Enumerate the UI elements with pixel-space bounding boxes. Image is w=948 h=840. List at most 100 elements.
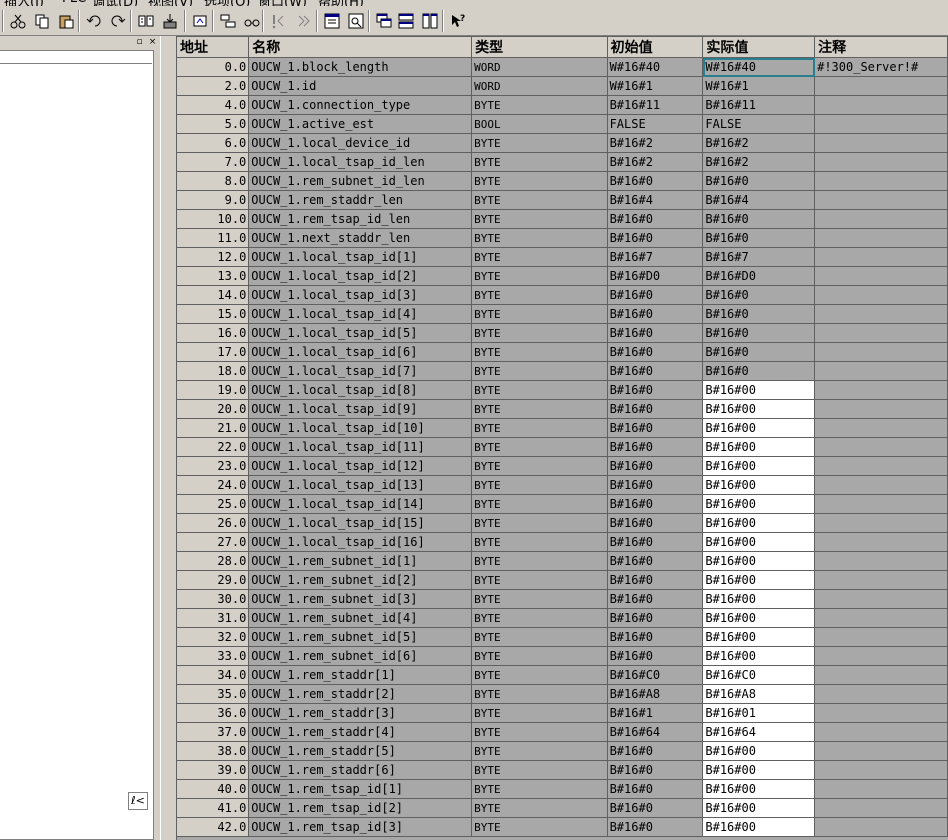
cell-initial-value[interactable]: W#16#40: [607, 57, 704, 77]
variable-table-icon[interactable]: [218, 11, 238, 31]
cell-initial-value[interactable]: B#16#0: [607, 798, 704, 818]
header-name[interactable]: 名称: [248, 37, 473, 58]
cell-comment[interactable]: [814, 209, 948, 229]
cell-type[interactable]: BYTE: [471, 152, 608, 172]
cell-actual-value[interactable]: B#16#00: [702, 494, 816, 514]
cell-comment[interactable]: [814, 171, 948, 191]
cell-type[interactable]: BYTE: [471, 171, 608, 191]
cell-type[interactable]: BYTE: [471, 627, 608, 647]
cell-address[interactable]: 6.0: [177, 133, 250, 153]
glasses-icon[interactable]: [242, 11, 262, 31]
cell-comment[interactable]: [814, 114, 948, 134]
window-horizontal-icon[interactable]: [396, 11, 416, 31]
cell-type[interactable]: BYTE: [471, 551, 608, 571]
table-row[interactable]: 24.0 OUCW_1.local_tsap_id[13] BYTE B#16#0 B#…: [177, 475, 948, 495]
cell-name[interactable]: OUCW_1.rem_tsap_id[3]: [248, 817, 473, 837]
cell-comment[interactable]: [814, 95, 948, 115]
cell-initial-value[interactable]: B#16#11: [607, 95, 704, 115]
cell-initial-value[interactable]: B#16#1: [607, 703, 704, 723]
cell-name[interactable]: OUCW_1.local_tsap_id[5]: [248, 323, 473, 343]
cell-address[interactable]: 39.0: [177, 760, 250, 780]
table-row[interactable]: 2.0 OUCW_1.id WORD W#16#1 W#16#1: [177, 76, 948, 96]
table-row[interactable]: 21.0 OUCW_1.local_tsap_id[10] BYTE B#16#0 B#…: [177, 418, 948, 438]
cell-comment[interactable]: [814, 456, 948, 476]
cell-name[interactable]: OUCW_1.id: [248, 76, 473, 96]
cell-address[interactable]: 13.0: [177, 266, 250, 286]
cell-actual-value[interactable]: B#16#00: [702, 380, 816, 400]
cell-comment[interactable]: [814, 323, 948, 343]
cell-comment[interactable]: [814, 684, 948, 704]
cell-actual-value[interactable]: B#16#00: [702, 551, 816, 571]
cell-name[interactable]: OUCW_1.rem_tsap_id[1]: [248, 779, 473, 799]
cell-initial-value[interactable]: B#16#0: [607, 627, 704, 647]
cell-address[interactable]: 20.0: [177, 399, 250, 419]
cell-comment[interactable]: [814, 779, 948, 799]
cell-address[interactable]: 34.0: [177, 665, 250, 685]
cell-actual-value[interactable]: FALSE: [702, 114, 816, 134]
table-row[interactable]: 41.0 OUCW_1.rem_tsap_id[2] BYTE B#16#0 B#16#…: [177, 798, 948, 818]
cell-name[interactable]: OUCW_1.local_tsap_id[11]: [248, 437, 473, 457]
cell-address[interactable]: 40.0: [177, 779, 250, 799]
cell-name[interactable]: OUCW_1.rem_subnet_id[1]: [248, 551, 473, 571]
cell-type[interactable]: BYTE: [471, 342, 608, 362]
cell-name[interactable]: OUCW_1.rem_staddr_len: [248, 190, 473, 210]
cell-actual-value[interactable]: B#16#11: [702, 95, 816, 115]
cell-type[interactable]: BYTE: [471, 722, 608, 742]
cell-name[interactable]: OUCW_1.rem_staddr[1]: [248, 665, 473, 685]
cell-type[interactable]: BYTE: [471, 646, 608, 666]
cell-comment[interactable]: [814, 722, 948, 742]
cell-initial-value[interactable]: B#16#0: [607, 228, 704, 248]
cell-name[interactable]: OUCW_1.next_staddr_len: [248, 228, 473, 248]
cell-initial-value[interactable]: B#16#0: [607, 304, 704, 324]
cell-type[interactable]: WORD: [471, 57, 608, 77]
cell-name[interactable]: OUCW_1.local_tsap_id_len: [248, 152, 473, 172]
cell-type[interactable]: BYTE: [471, 570, 608, 590]
cell-address[interactable]: 11.0: [177, 228, 250, 248]
cell-actual-value[interactable]: B#16#01: [702, 703, 816, 723]
cell-address[interactable]: 18.0: [177, 361, 250, 381]
cell-comment[interactable]: [814, 228, 948, 248]
table-row[interactable]: 19.0 OUCW_1.local_tsap_id[8] BYTE B#16#0 B#1…: [177, 380, 948, 400]
cell-type[interactable]: BYTE: [471, 247, 608, 267]
cell-name[interactable]: OUCW_1.local_tsap_id[12]: [248, 456, 473, 476]
cell-address[interactable]: 0.0: [177, 57, 250, 77]
cell-type[interactable]: BYTE: [471, 494, 608, 514]
cell-actual-value[interactable]: B#16#00: [702, 456, 816, 476]
cell-comment[interactable]: [814, 304, 948, 324]
cell-name[interactable]: OUCW_1.rem_staddr[2]: [248, 684, 473, 704]
cell-name[interactable]: OUCW_1.rem_subnet_id_len: [248, 171, 473, 191]
cell-actual-value[interactable]: B#16#00: [702, 570, 816, 590]
cell-actual-value[interactable]: B#16#00: [702, 760, 816, 780]
cell-initial-value[interactable]: B#16#0: [607, 285, 704, 305]
cell-initial-value[interactable]: B#16#0: [607, 646, 704, 666]
cell-name[interactable]: OUCW_1.rem_tsap_id[2]: [248, 798, 473, 818]
cell-type[interactable]: BYTE: [471, 779, 608, 799]
cell-address[interactable]: 37.0: [177, 722, 250, 742]
table-row[interactable]: 8.0 OUCW_1.rem_subnet_id_len BYTE B#16#0 B#1…: [177, 171, 948, 191]
cell-type[interactable]: BYTE: [471, 380, 608, 400]
cell-type[interactable]: BYTE: [471, 741, 608, 761]
cell-comment[interactable]: [814, 133, 948, 153]
cell-address[interactable]: 22.0: [177, 437, 250, 457]
overview-icon[interactable]: [322, 11, 342, 31]
cell-name[interactable]: OUCW_1.rem_staddr[5]: [248, 741, 473, 761]
cell-initial-value[interactable]: B#16#0: [607, 513, 704, 533]
table-row[interactable]: 29.0 OUCW_1.rem_subnet_id[2] BYTE B#16#0 B#1…: [177, 570, 948, 590]
step-icon[interactable]: [294, 11, 314, 31]
table-row[interactable]: 38.0 OUCW_1.rem_staddr[5] BYTE B#16#0 B#16#0…: [177, 741, 948, 761]
cell-name[interactable]: OUCW_1.rem_subnet_id[3]: [248, 589, 473, 609]
undo-icon[interactable]: [84, 11, 104, 31]
cell-initial-value[interactable]: B#16#0: [607, 475, 704, 495]
cell-actual-value[interactable]: B#16#0: [702, 228, 816, 248]
cell-type[interactable]: BYTE: [471, 608, 608, 628]
cell-initial-value[interactable]: FALSE: [607, 114, 704, 134]
cell-actual-value[interactable]: B#16#00: [702, 437, 816, 457]
cell-name[interactable]: OUCW_1.rem_subnet_id[4]: [248, 608, 473, 628]
cell-actual-value[interactable]: B#16#7: [702, 247, 816, 267]
cell-actual-value[interactable]: W#16#1: [702, 76, 816, 96]
cell-type[interactable]: BYTE: [471, 228, 608, 248]
cell-address[interactable]: 24.0: [177, 475, 250, 495]
table-row[interactable]: 30.0 OUCW_1.rem_subnet_id[3] BYTE B#16#0 B#1…: [177, 589, 948, 609]
cell-address[interactable]: 31.0: [177, 608, 250, 628]
compare-icon[interactable]: [136, 11, 156, 31]
